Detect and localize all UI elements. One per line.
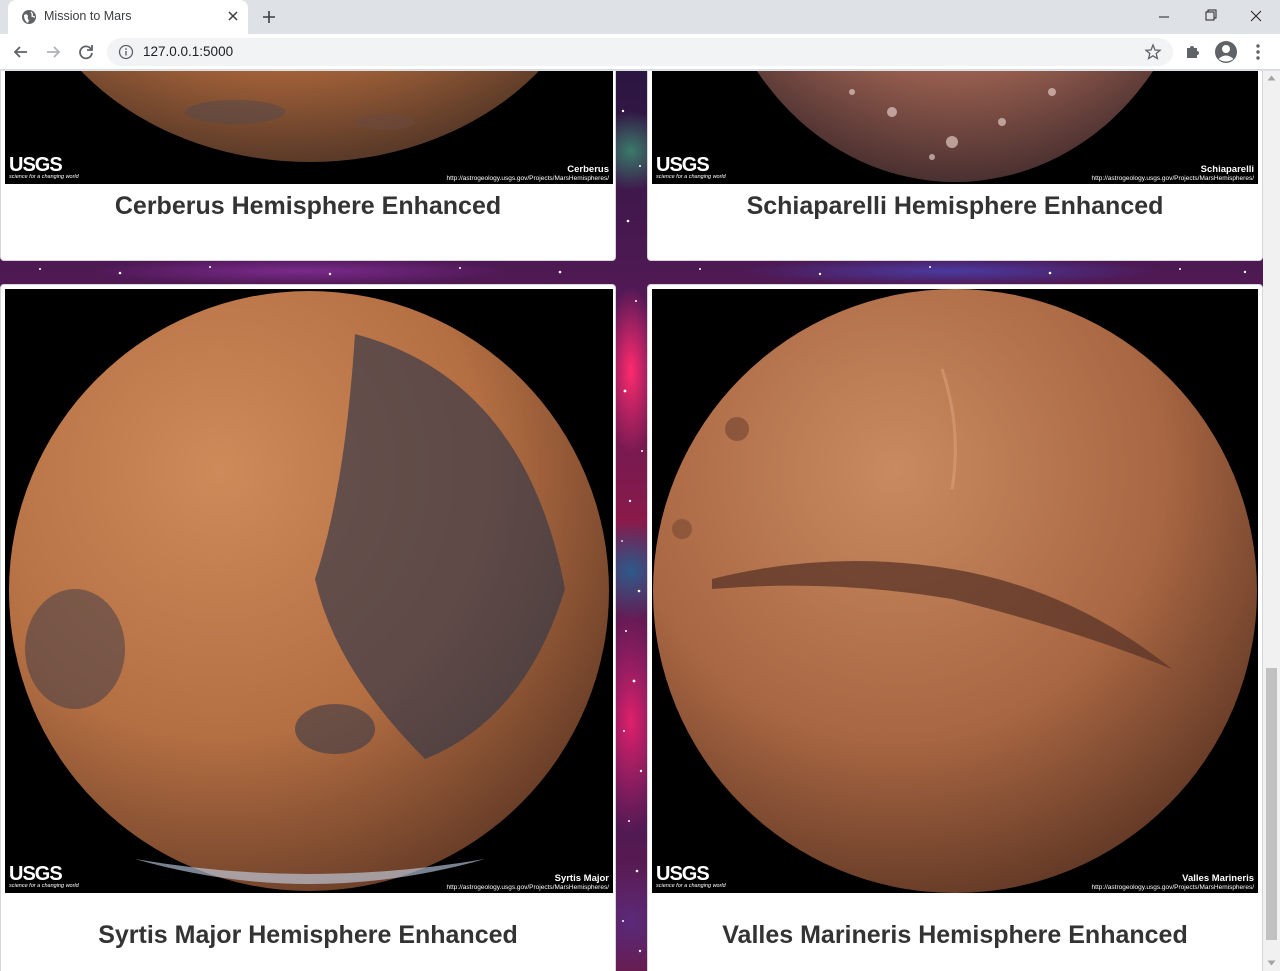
browser-toolbar: 127.0.0.1:5000 xyxy=(0,34,1280,70)
puzzle-icon[interactable] xyxy=(1183,41,1203,61)
hemisphere-card-schiaparelli: USGS science for a changing world Schiap… xyxy=(647,71,1263,261)
usgs-logo: USGS science for a changing world xyxy=(656,152,732,182)
usgs-logo: USGS science for a changing world xyxy=(656,861,732,891)
kebab-menu-icon[interactable] xyxy=(1250,41,1266,63)
image-source-url: http://astrogeology.usgs.gov/Projects/Ma… xyxy=(1091,175,1254,182)
scroll-down-arrow-icon[interactable] xyxy=(1267,959,1276,967)
url-text[interactable]: 127.0.0.1:5000 xyxy=(143,44,233,59)
usgs-tagline: science for a changing world xyxy=(9,883,79,889)
globe-icon xyxy=(22,10,36,24)
vertical-scrollbar[interactable] xyxy=(1263,71,1280,971)
reload-icon[interactable] xyxy=(75,41,97,63)
image-source-url: http://astrogeology.usgs.gov/Projects/Ma… xyxy=(446,884,609,891)
image-caption: Syrtis Major http://astrogeology.usgs.go… xyxy=(447,873,609,891)
hemisphere-card-cerberus: USGS science for a changing world Cerber… xyxy=(0,71,616,261)
image-label: Syrtis Major xyxy=(554,873,609,884)
hemisphere-image[interactable]: USGS science for a changing world Cerber… xyxy=(5,71,613,184)
usgs-logo: USGS science for a changing world xyxy=(9,152,85,182)
restore-icon[interactable] xyxy=(1188,4,1232,30)
star-icon[interactable] xyxy=(1144,43,1162,61)
mars-globe-image xyxy=(9,291,609,891)
hemisphere-title: Valles Marineris Hemisphere Enhanced xyxy=(722,921,1188,949)
image-caption: Schiaparelli http://astrogeology.usgs.go… xyxy=(1092,164,1254,182)
usgs-tagline: science for a changing world xyxy=(656,174,726,180)
hemisphere-card-syrtis-major: USGS science for a changing world Syrtis… xyxy=(0,284,616,971)
arrow-right-icon[interactable] xyxy=(42,41,64,63)
hemisphere-title: Syrtis Major Hemisphere Enhanced xyxy=(98,921,518,949)
page-viewport: USGS science for a changing world Cerber… xyxy=(0,71,1263,971)
hemisphere-image[interactable]: USGS science for a changing world Schiap… xyxy=(652,71,1258,184)
image-source-url: http://astrogeology.usgs.gov/Projects/Ma… xyxy=(1091,884,1254,891)
scroll-up-arrow-icon[interactable] xyxy=(1267,74,1276,82)
browser-tab[interactable]: Mission to Mars xyxy=(8,0,248,34)
tab-title: Mission to Mars xyxy=(44,9,132,23)
hemisphere-image[interactable]: USGS science for a changing world Syrtis… xyxy=(5,289,613,893)
plus-icon[interactable] xyxy=(259,7,279,27)
hemisphere-card-valles-marineris: USGS science for a changing world Valles… xyxy=(647,284,1263,971)
tab-strip: Mission to Mars xyxy=(0,0,1280,34)
window-close-icon[interactable] xyxy=(1234,4,1278,30)
usgs-logo: USGS science for a changing world xyxy=(9,861,85,891)
mars-globe-image xyxy=(653,289,1257,893)
hemisphere-title: Cerberus Hemisphere Enhanced xyxy=(114,192,502,220)
hemisphere-title: Schiaparelli Hemisphere Enhanced xyxy=(746,192,1164,220)
image-label: Cerberus xyxy=(567,164,609,175)
usgs-tagline: science for a changing world xyxy=(656,883,726,889)
scrollbar-thumb[interactable] xyxy=(1266,668,1277,940)
image-caption: Cerberus http://astrogeology.usgs.gov/Pr… xyxy=(447,164,609,182)
image-caption: Valles Marineris http://astrogeology.usg… xyxy=(1092,873,1254,891)
minimize-icon[interactable] xyxy=(1142,4,1186,30)
info-icon[interactable] xyxy=(118,44,134,60)
hemisphere-image[interactable]: USGS science for a changing world Valles… xyxy=(652,289,1258,893)
image-label: Schiaparelli xyxy=(1200,164,1254,175)
usgs-tagline: science for a changing world xyxy=(9,174,79,180)
arrow-left-icon[interactable] xyxy=(10,41,32,63)
close-icon[interactable] xyxy=(225,8,241,24)
address-bar[interactable]: 127.0.0.1:5000 xyxy=(107,38,1173,66)
image-label: Valles Marineris xyxy=(1182,873,1254,884)
image-source-url: http://astrogeology.usgs.gov/Projects/Ma… xyxy=(446,175,609,182)
account-icon[interactable] xyxy=(1214,40,1238,64)
